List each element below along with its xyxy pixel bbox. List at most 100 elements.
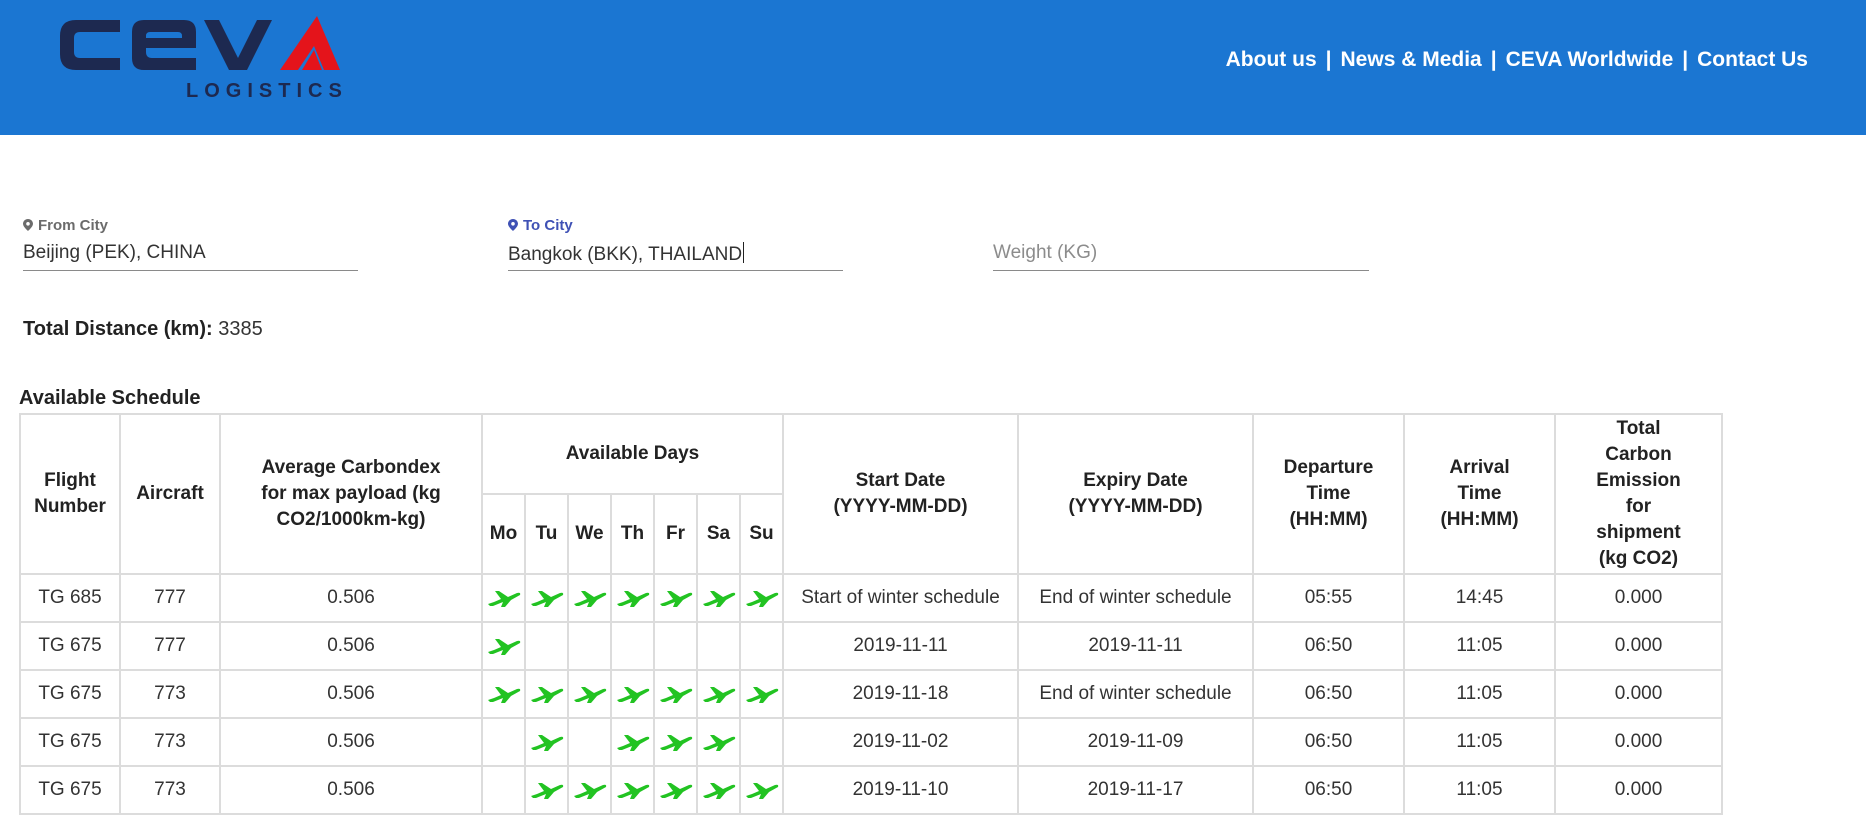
to-city-value: Bangkok (BKK), THAILAND: [508, 244, 743, 265]
header-aircraft: Aircraft: [119, 413, 221, 575]
nav-separator: |: [1325, 48, 1332, 71]
nav-news-media[interactable]: News & Media: [1341, 48, 1482, 72]
cell-flight-number: TG 685: [19, 573, 121, 623]
nav-ceva-worldwide[interactable]: CEVA Worldwide: [1506, 48, 1674, 72]
from-city-field[interactable]: From City Beijing (PEK), CHINA: [23, 216, 358, 271]
header-day: We: [567, 493, 612, 575]
cell-day: [481, 621, 526, 671]
header-start-date: Start Date (YYYY-MM-DD): [782, 413, 1019, 575]
cell-start-date: 2019-11-11: [782, 621, 1019, 671]
cell-start-date: 2019-11-18: [782, 669, 1019, 719]
total-distance-value: 3385: [218, 318, 263, 340]
to-city-label-text: To City: [523, 216, 573, 234]
cell-day: [567, 669, 612, 719]
cell-carbon-emission: 0.000: [1554, 717, 1723, 767]
header-expiry-date: Expiry Date (YYYY-MM-DD): [1017, 413, 1254, 575]
plane-check-icon: [616, 734, 649, 751]
cell-start-date: 2019-11-10: [782, 765, 1019, 815]
cell-day: [481, 765, 526, 815]
table-row: TG 675 773 0.506 2019-11-02 2019-11-09 06:50 1…: [19, 717, 1723, 767]
cell-day: [481, 669, 526, 719]
site-header: LOGISTICS About us | News & Media | CEVA…: [0, 0, 1866, 135]
plane-check-icon: [702, 686, 735, 703]
plane-check-icon: [487, 686, 520, 703]
nav-contact-us[interactable]: Contact Us: [1697, 48, 1808, 72]
cell-expiry-date: End of winter schedule: [1017, 573, 1254, 623]
cell-day: [653, 621, 698, 671]
cell-day: [739, 669, 784, 719]
cell-flight-number: TG 675: [19, 765, 121, 815]
weight-field[interactable]: Weight (KG): [993, 216, 1369, 271]
plane-check-icon: [659, 782, 692, 799]
cell-start-date: Start of winter schedule: [782, 573, 1019, 623]
cell-flight-number: TG 675: [19, 621, 121, 671]
cell-day: [610, 669, 655, 719]
header-day: Mo: [481, 493, 526, 575]
cell-day: [653, 573, 698, 623]
cell-day: [567, 573, 612, 623]
plane-check-icon: [530, 734, 563, 751]
table-row: TG 675 773 0.506 2019-11-10 2019-11-17 06:50 1…: [19, 765, 1723, 815]
top-nav: About us | News & Media | CEVA Worldwide…: [1226, 48, 1808, 72]
schedule-title: Available Schedule: [19, 387, 201, 409]
plane-check-icon: [659, 686, 692, 703]
cell-start-date: 2019-11-02: [782, 717, 1019, 767]
cell-departure-time: 06:50: [1252, 621, 1405, 671]
cell-day: [524, 669, 569, 719]
header-departure-time: Departure Time (HH:MM): [1252, 413, 1405, 575]
cell-carbondex: 0.506: [219, 765, 483, 815]
to-city-input[interactable]: Bangkok (BKK), THAILAND: [508, 242, 843, 271]
nav-about-us[interactable]: About us: [1226, 48, 1317, 72]
cell-arrival-time: 11:05: [1403, 765, 1556, 815]
weight-input[interactable]: Weight (KG): [993, 242, 1369, 271]
cell-day: [524, 717, 569, 767]
table-row: TG 675 773 0.506 2019-11-18 End of winter sc…: [19, 669, 1723, 719]
ceva-logo-mark: [60, 16, 340, 70]
cell-day: [610, 765, 655, 815]
total-distance: Total Distance (km): 3385: [23, 318, 263, 341]
cell-carbon-emission: 0.000: [1554, 669, 1723, 719]
from-city-input[interactable]: Beijing (PEK), CHINA: [23, 242, 358, 271]
header-day: Sa: [696, 493, 741, 575]
total-distance-label: Total Distance (km):: [23, 318, 213, 340]
cell-day: [567, 717, 612, 767]
cell-flight-number: TG 675: [19, 717, 121, 767]
cell-day: [739, 717, 784, 767]
plane-check-icon: [487, 638, 520, 655]
plane-check-icon: [573, 686, 606, 703]
plane-check-icon: [530, 782, 563, 799]
plane-check-icon: [616, 590, 649, 607]
plane-check-icon: [659, 590, 692, 607]
cell-day: [524, 621, 569, 671]
to-city-field[interactable]: To City Bangkok (BKK), THAILAND: [508, 216, 843, 271]
nav-separator: |: [1490, 48, 1497, 71]
logo-subtitle: LOGISTICS: [186, 80, 348, 102]
cell-day: [696, 669, 741, 719]
cell-day: [696, 717, 741, 767]
cell-day: [524, 765, 569, 815]
header-carbon-emission: Total Carbon Emission for shipment (kg C…: [1554, 413, 1723, 575]
table-row: TG 685 777 0.506 Start of winter schedule En…: [19, 573, 1723, 623]
cell-carbondex: 0.506: [219, 573, 483, 623]
plane-check-icon: [745, 782, 778, 799]
cell-day: [696, 621, 741, 671]
plane-check-icon: [487, 590, 520, 607]
cell-aircraft: 777: [119, 621, 221, 671]
schedule-body: TG 685 777 0.506 Start of winter schedule En…: [19, 573, 1723, 815]
cell-carbon-emission: 0.000: [1554, 765, 1723, 815]
cell-expiry-date: 2019-11-09: [1017, 717, 1254, 767]
cell-arrival-time: 11:05: [1403, 669, 1556, 719]
cell-departure-time: 05:55: [1252, 573, 1405, 623]
plane-check-icon: [702, 590, 735, 607]
nav-separator: |: [1682, 48, 1689, 71]
cell-aircraft: 773: [119, 717, 221, 767]
ceva-logo[interactable]: LOGISTICS: [58, 14, 348, 104]
plane-check-icon: [616, 686, 649, 703]
cell-aircraft: 773: [119, 669, 221, 719]
plane-check-icon: [616, 782, 649, 799]
cell-flight-number: TG 675: [19, 669, 121, 719]
cell-aircraft: 777: [119, 573, 221, 623]
cell-carbondex: 0.506: [219, 621, 483, 671]
cell-day: [653, 717, 698, 767]
plane-check-icon: [702, 734, 735, 751]
